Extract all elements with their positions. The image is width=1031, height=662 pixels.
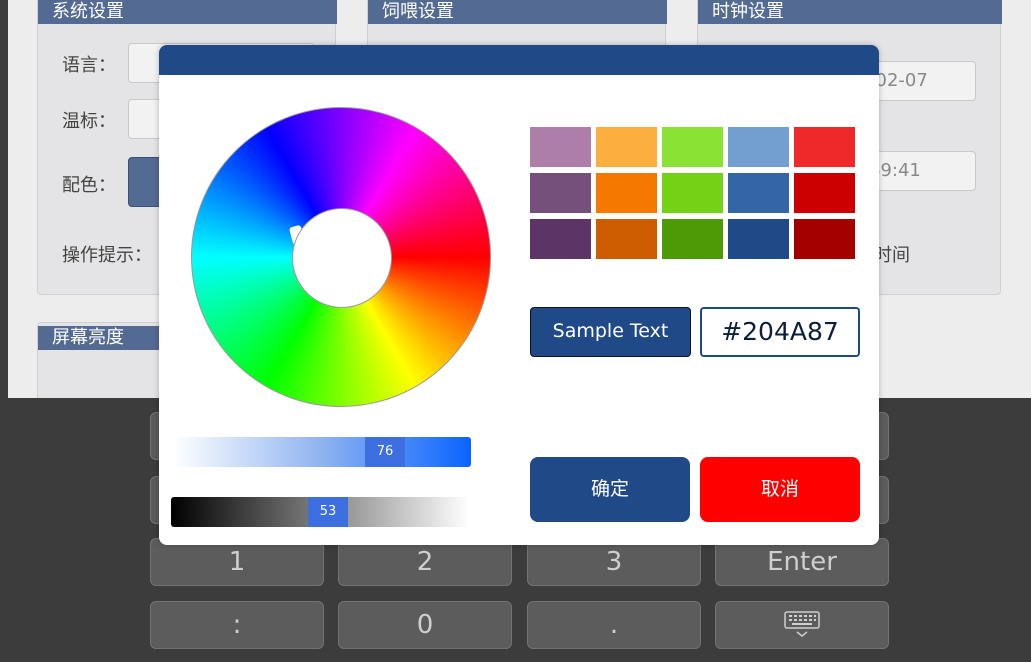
color-swatch[interactable] (530, 219, 591, 259)
feeding-settings-title: 饲喂设置 (368, 0, 667, 24)
brightness-title: 屏幕亮度 (38, 326, 160, 350)
color-swatch[interactable] (596, 219, 657, 259)
operation-hint-label: 操作提示： (62, 245, 152, 266)
color-swatch[interactable] (794, 219, 855, 259)
key-colon[interactable]: : (150, 601, 324, 649)
brightness-slider-thumb[interactable]: 53 (308, 497, 348, 527)
color-swatch-grid (530, 127, 856, 261)
clock-time-label: 时间 (874, 245, 910, 266)
color-swatch[interactable] (662, 219, 723, 259)
saturation-slider[interactable]: 76 (173, 437, 471, 467)
color-swatch[interactable] (728, 219, 789, 259)
keyboard-hide-icon (784, 611, 820, 637)
key-2[interactable]: 2 (338, 538, 512, 586)
brightness-slider[interactable]: 53 (171, 497, 469, 527)
language-label: 语言： (62, 55, 116, 76)
key-hide-keyboard[interactable] (715, 601, 889, 649)
color-swatch[interactable] (596, 127, 657, 167)
ok-button[interactable]: 确定 (530, 457, 690, 522)
hex-color-input[interactable]: #204A87 (700, 307, 860, 357)
dialog-header (159, 45, 879, 75)
key-1[interactable]: 1 (150, 538, 324, 586)
cancel-button[interactable]: 取消 (700, 457, 860, 522)
key-3[interactable]: 3 (527, 538, 701, 586)
key-enter[interactable]: Enter (715, 538, 889, 586)
saturation-slider-thumb[interactable]: 76 (365, 437, 405, 467)
color-picker-dialog: 76 53 Sample Text #204A87 确定 取消 (159, 45, 879, 545)
clock-settings-title: 时钟设置 (698, 0, 1002, 24)
key-0[interactable]: 0 (338, 601, 512, 649)
system-settings-title: 系统设置 (38, 0, 337, 24)
color-swatch[interactable] (662, 127, 723, 167)
color-swatch[interactable] (596, 173, 657, 213)
color-swatch[interactable] (728, 127, 789, 167)
key-dot[interactable]: . (527, 601, 701, 649)
sample-text-preview: Sample Text (530, 307, 691, 357)
color-swatch[interactable] (530, 127, 591, 167)
temperature-unit-label: 温标： (62, 111, 116, 132)
hue-wheel-center (292, 208, 392, 308)
color-swatch[interactable] (728, 173, 789, 213)
hue-wheel[interactable] (191, 107, 491, 407)
color-swatch[interactable] (530, 173, 591, 213)
color-swatch[interactable] (662, 173, 723, 213)
color-swatch[interactable] (794, 173, 855, 213)
left-taskbar-strip (0, 0, 8, 662)
color-label: 配色： (62, 175, 116, 196)
color-swatch[interactable] (794, 127, 855, 167)
